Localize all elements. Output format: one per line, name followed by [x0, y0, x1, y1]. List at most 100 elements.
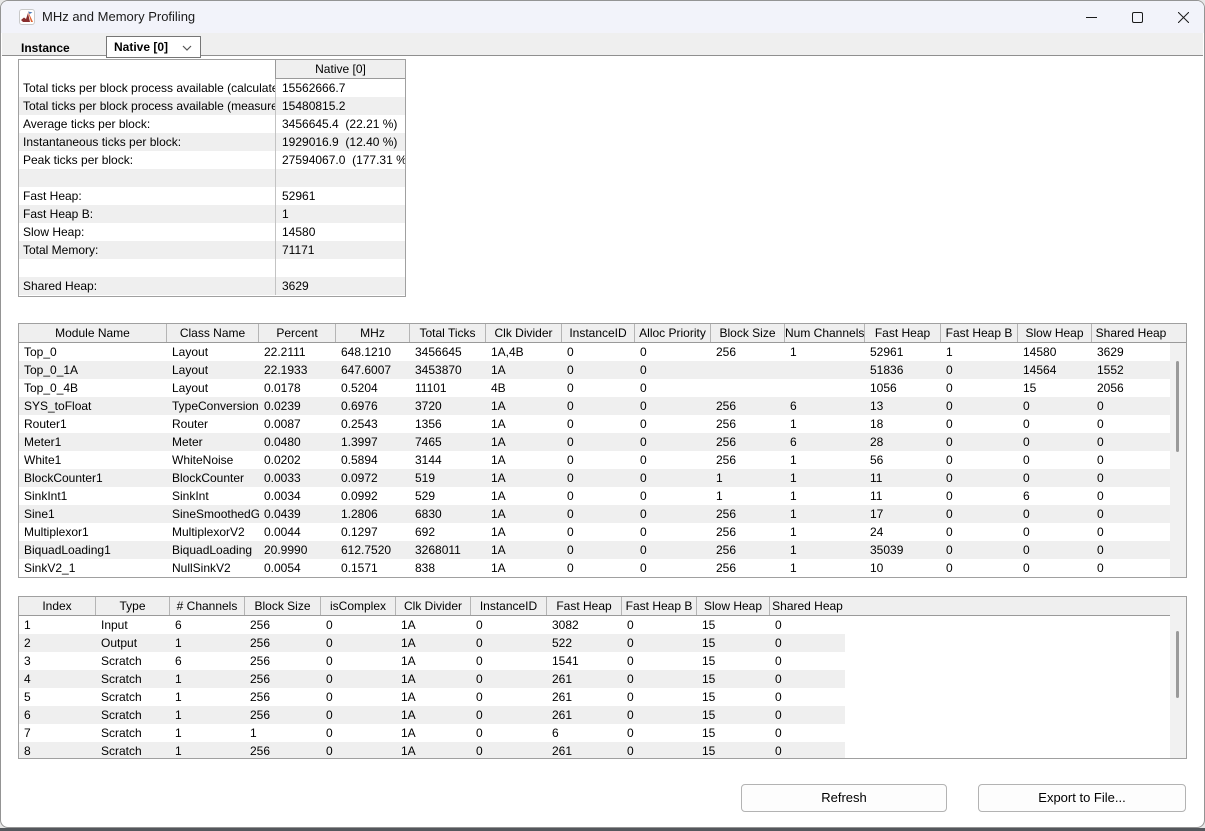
- buffer-table-cell: 6: [547, 724, 622, 742]
- buffer-table-cell: 0: [770, 670, 845, 688]
- summary-row[interactable]: Total ticks per block process available …: [19, 97, 405, 115]
- module-table-cell: 2056: [1092, 379, 1170, 397]
- module-table-row[interactable]: BlockCounter1BlockCounter0.00330.0972519…: [19, 469, 1170, 487]
- module-table-cell: 0: [562, 523, 635, 541]
- instance-label: Instance: [21, 41, 70, 55]
- summary-row[interactable]: Total ticks per block process available …: [19, 79, 405, 97]
- module-table-cell: 0: [941, 505, 1018, 523]
- summary-row[interactable]: Total Memory:71171: [19, 241, 405, 259]
- export-to-file-button[interactable]: Export to File...: [978, 784, 1186, 812]
- buffer-table-row[interactable]: 4Scratch125601A02610150: [19, 670, 845, 688]
- buffer-table-cell: 15: [697, 742, 770, 759]
- module-table-cell: 1A: [486, 415, 562, 433]
- module-table-cell: 0: [1018, 523, 1092, 541]
- buffer-table-cell: 1: [170, 670, 245, 688]
- buffer-table-cell: 0: [770, 652, 845, 670]
- buffer-table-row[interactable]: 5Scratch125601A02610150: [19, 688, 845, 706]
- module-table-row[interactable]: Sine1SineSmoothedGen0.04391.280668301A00…: [19, 505, 1170, 523]
- module-table-cell: 1: [785, 415, 865, 433]
- module-table-cell: 0: [1092, 559, 1170, 577]
- module-table-cell: Sine1: [19, 505, 167, 523]
- buffer-table-row[interactable]: 2Output125601A05220150: [19, 634, 845, 652]
- module-table-cell: 256: [711, 343, 785, 361]
- buffer-table-cell: 0: [321, 634, 396, 652]
- summary-row[interactable]: [19, 259, 405, 277]
- instance-dropdown[interactable]: Native [0]: [106, 36, 201, 58]
- module-table-cell: 1: [785, 523, 865, 541]
- summary-row-value: 27594067.0 (177.31 %): [275, 151, 405, 169]
- module-table-cell: 1A: [486, 433, 562, 451]
- module-table-row[interactable]: Top_0_1ALayout22.1933647.600734538701A00…: [19, 361, 1170, 379]
- buffer-column-header: InstanceID: [471, 597, 547, 615]
- module-table-cell: 0.2543: [336, 415, 410, 433]
- buffer-table-cell: 6: [170, 652, 245, 670]
- buffer-table-row[interactable]: 3Scratch625601A015410150: [19, 652, 845, 670]
- module-table-cell: 17: [865, 505, 941, 523]
- refresh-button[interactable]: Refresh: [741, 784, 947, 812]
- summary-header-spacer: [19, 60, 275, 79]
- buffer-table-cell: 15: [697, 670, 770, 688]
- module-table-cell: 3629: [1092, 343, 1170, 361]
- minimize-button[interactable]: [1068, 1, 1114, 33]
- module-scrollbar-thumb[interactable]: [1176, 361, 1179, 452]
- module-table-row[interactable]: SinkV2_1NullSinkV20.00540.15718381A00256…: [19, 559, 1170, 577]
- module-table-cell: 1: [785, 451, 865, 469]
- module-table-cell: TypeConversion: [167, 397, 259, 415]
- module-table-row[interactable]: Top_0_4BLayout0.01780.5204111014B0010560…: [19, 379, 1170, 397]
- summary-row[interactable]: Shared Heap:3629: [19, 277, 405, 295]
- summary-table: Native [0] Total ticks per block process…: [18, 59, 406, 297]
- buffer-column-header: Shared Heap: [770, 597, 845, 615]
- buffer-table-cell: 0: [622, 652, 697, 670]
- buffer-table-cell: 0: [622, 670, 697, 688]
- module-table-row[interactable]: Meter1Meter0.04801.399774651A00256628000: [19, 433, 1170, 451]
- buffer-column-header: isComplex: [321, 597, 396, 615]
- module-table-cell: BiquadLoading1: [19, 541, 167, 559]
- buffer-table-cell: Scratch: [96, 724, 170, 742]
- buffer-table-cell: 0: [321, 652, 396, 670]
- module-table-row[interactable]: SinkInt1SinkInt0.00340.09925291A00111106…: [19, 487, 1170, 505]
- buffer-table-row[interactable]: 7Scratch1101A060150: [19, 724, 845, 742]
- summary-row[interactable]: Fast Heap:52961: [19, 187, 405, 205]
- module-table-scrollbar[interactable]: [1170, 343, 1186, 577]
- summary-row[interactable]: Peak ticks per block:27594067.0 (177.31 …: [19, 151, 405, 169]
- module-table-cell: 0: [941, 487, 1018, 505]
- module-table-cell: 1: [785, 487, 865, 505]
- buffer-scrollbar-thumb[interactable]: [1176, 631, 1179, 698]
- module-table-cell: 0: [635, 559, 711, 577]
- module-table-row[interactable]: Top_0Layout22.2111648.121034566451A,4B00…: [19, 343, 1170, 361]
- buffer-table-scrollbar[interactable]: [1170, 597, 1186, 758]
- module-table-row[interactable]: SYS_toFloatTypeConversion0.02390.6976372…: [19, 397, 1170, 415]
- buffer-table-cell: 0: [622, 634, 697, 652]
- maximize-button[interactable]: [1114, 1, 1160, 33]
- module-table-cell: 11: [865, 469, 941, 487]
- summary-row-label: [19, 169, 275, 187]
- summary-row[interactable]: Fast Heap B:1: [19, 205, 405, 223]
- module-table-cell: 13: [865, 397, 941, 415]
- module-table-cell: 0: [562, 415, 635, 433]
- module-table-row[interactable]: Multiplexor1MultiplexorV20.00440.1297692…: [19, 523, 1170, 541]
- module-table-cell: 0: [941, 541, 1018, 559]
- summary-row[interactable]: Average ticks per block:3456645.4 (22.21…: [19, 115, 405, 133]
- module-table-row[interactable]: BiquadLoading1BiquadLoading20.9990612.75…: [19, 541, 1170, 559]
- module-table-cell: 0: [635, 523, 711, 541]
- summary-row[interactable]: Slow Heap:14580: [19, 223, 405, 241]
- module-table-cell: MultiplexorV2: [167, 523, 259, 541]
- close-button[interactable]: [1160, 1, 1205, 33]
- module-table-cell: 0: [1018, 451, 1092, 469]
- buffer-table-row[interactable]: 1Input625601A030820150: [19, 616, 845, 634]
- module-table-row[interactable]: Router1Router0.00870.254313561A002561180…: [19, 415, 1170, 433]
- summary-row[interactable]: [19, 169, 405, 187]
- module-table-cell: [711, 361, 785, 379]
- summary-row-value: 3456645.4 (22.21 %): [275, 115, 405, 133]
- module-table-cell: 35039: [865, 541, 941, 559]
- module-table-cell: 52961: [865, 343, 941, 361]
- module-table-cell: 0: [562, 361, 635, 379]
- summary-row[interactable]: Instantaneous ticks per block:1929016.9 …: [19, 133, 405, 151]
- module-table-cell: 4B: [486, 379, 562, 397]
- module-table-cell: 1: [941, 343, 1018, 361]
- module-table-cell: 1A,4B: [486, 343, 562, 361]
- buffer-table-row[interactable]: 6Scratch125601A02610150: [19, 706, 845, 724]
- module-table-row[interactable]: White1WhiteNoise0.02020.589431441A002561…: [19, 451, 1170, 469]
- module-table-cell: 0: [1092, 487, 1170, 505]
- buffer-table-row[interactable]: 8Scratch125601A02610150: [19, 742, 845, 759]
